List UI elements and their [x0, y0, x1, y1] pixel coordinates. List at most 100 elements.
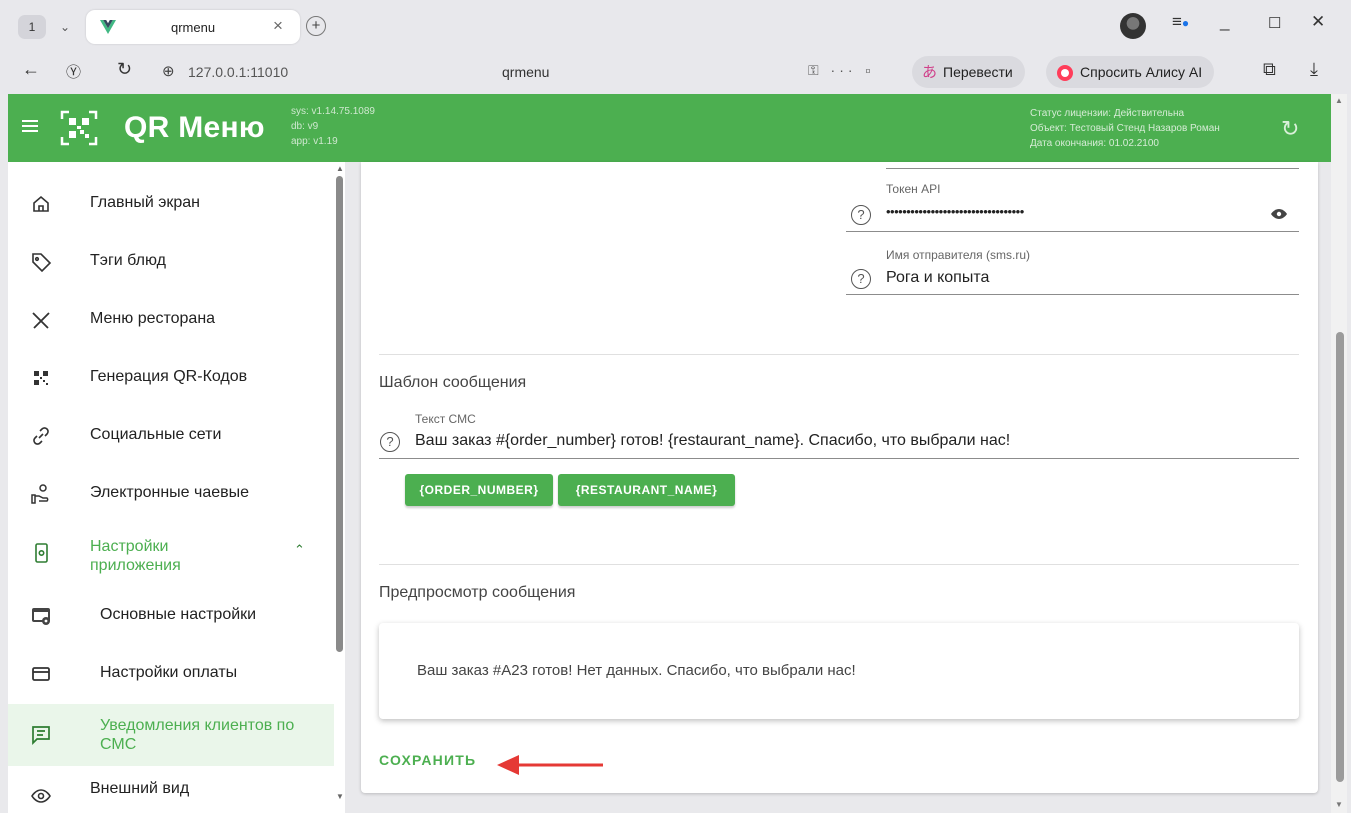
preview-text: Ваш заказ #A23 готов! Нет данных. Спасиб…: [417, 662, 856, 679]
version-db: db: v9: [291, 121, 319, 132]
field-underline: [379, 458, 1299, 459]
sidebar-item-label: Электронные чаевые: [90, 484, 250, 501]
sidebar-item-label: Генерация QR-Кодов: [90, 368, 248, 385]
minimize-icon[interactable]: _: [1220, 12, 1229, 32]
sidebar-item-label: Главный экран: [90, 194, 201, 211]
sms-text-label: Текст СМС: [415, 412, 476, 426]
sms-settings-card: Токен API ? ••••••••••••••••••••••••••••…: [361, 162, 1318, 793]
page-scroll-thumb[interactable]: [1336, 332, 1344, 782]
sidebar-group-label: Настройки приложения: [90, 538, 181, 574]
yandex-icon[interactable]: Ⓨ: [66, 61, 81, 82]
insert-order-number-button[interactable]: {ORDER_NUMBER}: [405, 474, 553, 506]
translate-button[interactable]: あ Перевести: [912, 56, 1025, 88]
token-input[interactable]: ••••••••••••••••••••••••••••••••••: [886, 204, 1024, 219]
sidebar: ▲ ▼ Главный экран Тэги блюд Меню рестора…: [8, 162, 345, 813]
reload-icon[interactable]: ↻: [117, 59, 132, 80]
divider: [379, 354, 1299, 355]
tag-icon: [30, 251, 52, 273]
vue-logo-icon: [100, 20, 116, 34]
sidebar-item-label: Уведомления клиентов по СМС: [100, 717, 295, 753]
new-tab-icon[interactable]: +: [306, 16, 326, 36]
divider: [379, 564, 1299, 565]
annotation-arrow-icon: [493, 752, 605, 778]
tab-title: qrmenu: [171, 20, 216, 35]
license-status: Статус лицензии: Действительна: [1030, 108, 1185, 119]
back-icon[interactable]: ←: [22, 59, 40, 80]
address-bar-row: ← Ⓨ ↻ ⊕ 127.0.0.1:11010 qrmenu ⚿ ··· ⌑ あ…: [0, 53, 1351, 91]
sidebar-item-sms-notifications[interactable]: Уведомления клиентов по СМС: [8, 704, 334, 766]
window-close-icon[interactable]: ✕: [1311, 12, 1325, 32]
sidebar-item-main-settings[interactable]: Основные настройки: [8, 586, 334, 644]
page-title: qrmenu: [502, 64, 550, 80]
menu-icon[interactable]: [22, 120, 38, 132]
save-button[interactable]: СОХРАНИТЬ: [379, 752, 476, 768]
downloads-indicator-icon[interactable]: ≡●: [1172, 12, 1189, 32]
url-field[interactable]: ⊕ 127.0.0.1:11010 qrmenu ⚿ ··· ⌑: [156, 57, 896, 87]
address-actions-icon[interactable]: ⚿ ··· ⌑: [808, 62, 875, 79]
qr-logo-icon: [60, 110, 98, 146]
field-underline: [846, 231, 1299, 232]
page-scrollbar[interactable]: ▲ ▼: [1331, 94, 1347, 813]
message-icon: [30, 724, 52, 746]
sidebar-item-label: Социальные сети: [90, 426, 222, 443]
message-preview: Ваш заказ #A23 готов! Нет данных. Спасиб…: [379, 623, 1299, 719]
template-section-title: Шаблон сообщения: [379, 374, 527, 391]
insert-restaurant-name-button[interactable]: {RESTAURANT_NAME}: [558, 474, 735, 506]
license-info: Статус лицензии: Действительна Объект: Т…: [1030, 106, 1220, 151]
url-text: 127.0.0.1:11010: [188, 64, 289, 80]
sidebar-item-appearance[interactable]: Внешний вид: [8, 766, 334, 813]
tab-strip: 1 ⌄ qrmenu × + ≡● _ ☐ ✕: [0, 0, 1351, 50]
sidebar-item-label: Настройки оплаты: [100, 664, 238, 681]
settings-app-icon: [30, 542, 52, 564]
ask-alice-button[interactable]: Спросить Алису AI: [1046, 56, 1215, 88]
translate-icon: あ: [922, 64, 938, 82]
profile-avatar[interactable]: [1120, 13, 1146, 39]
utensils-icon: [30, 309, 52, 331]
browser-tab[interactable]: qrmenu ×: [86, 10, 300, 44]
tab-close-icon[interactable]: ×: [273, 16, 283, 36]
sidebar-item-qr[interactable]: Генерация QR-Кодов: [8, 348, 334, 406]
tips-icon: [30, 483, 52, 505]
sidebar-item-tips[interactable]: Электронные чаевые: [8, 464, 334, 522]
sidebar-scroll-thumb[interactable]: [336, 176, 343, 652]
qr-icon: [30, 367, 52, 389]
home-icon: [30, 193, 52, 215]
alice-label: Спросить Алису AI: [1080, 64, 1203, 80]
sidebar-group-app-settings[interactable]: Настройки приложения ⌃: [8, 522, 334, 586]
sms-text-input[interactable]: Ваш заказ #{order_number} готов! {restau…: [415, 432, 1010, 450]
version-info: sys: v1.14.75.1089 db: v9 app: v1.19: [291, 104, 375, 149]
chevron-up-icon[interactable]: ⌃: [294, 542, 305, 558]
tab-counter[interactable]: 1: [18, 15, 46, 39]
web-settings-icon: [30, 605, 52, 627]
site-info-icon[interactable]: ⊕: [162, 62, 175, 80]
help-icon[interactable]: ?: [851, 205, 871, 225]
extensions-icon[interactable]: ⧉: [1263, 59, 1276, 80]
sender-input[interactable]: Рога и копыта: [886, 269, 989, 287]
sidebar-item-menu[interactable]: Меню ресторана: [8, 290, 334, 348]
sidebar-item-tags[interactable]: Тэги блюд: [8, 232, 334, 290]
sidebar-item-label: Тэги блюд: [90, 252, 166, 269]
translate-label: Перевести: [943, 64, 1013, 80]
field-underline: [886, 168, 1299, 169]
sidebar-item-label: Внешний вид: [90, 780, 190, 797]
help-icon[interactable]: ?: [380, 432, 400, 452]
license-object: Объект: Тестовый Стенд Назаров Роман: [1030, 123, 1220, 134]
preview-section-title: Предпросмотр сообщения: [379, 584, 576, 601]
help-icon[interactable]: ?: [851, 269, 871, 289]
eye-icon[interactable]: [1270, 206, 1288, 222]
browser-chrome: 1 ⌄ qrmenu × + ≡● _ ☐ ✕ ← Ⓨ ↻ ⊕ 127.0.0.…: [0, 0, 1351, 94]
maximize-icon[interactable]: ☐: [1268, 14, 1281, 32]
link-icon: [30, 425, 52, 447]
sidebar-item-label: Основные настройки: [100, 606, 257, 623]
card-icon: [30, 663, 52, 685]
refresh-icon[interactable]: ↻: [1281, 116, 1299, 142]
tab-list-chevron-icon[interactable]: ⌄: [54, 15, 76, 39]
sidebar-item-social[interactable]: Социальные сети: [8, 406, 334, 464]
version-app: app: v1.19: [291, 136, 338, 147]
sidebar-item-payment[interactable]: Настройки оплаты: [8, 644, 334, 702]
token-label: Токен API: [886, 182, 941, 196]
download-icon[interactable]: ⤓: [1310, 59, 1318, 80]
sidebar-item-home[interactable]: Главный экран: [8, 174, 334, 232]
field-underline: [846, 294, 1299, 295]
sidebar-item-label: Меню ресторана: [90, 310, 216, 327]
